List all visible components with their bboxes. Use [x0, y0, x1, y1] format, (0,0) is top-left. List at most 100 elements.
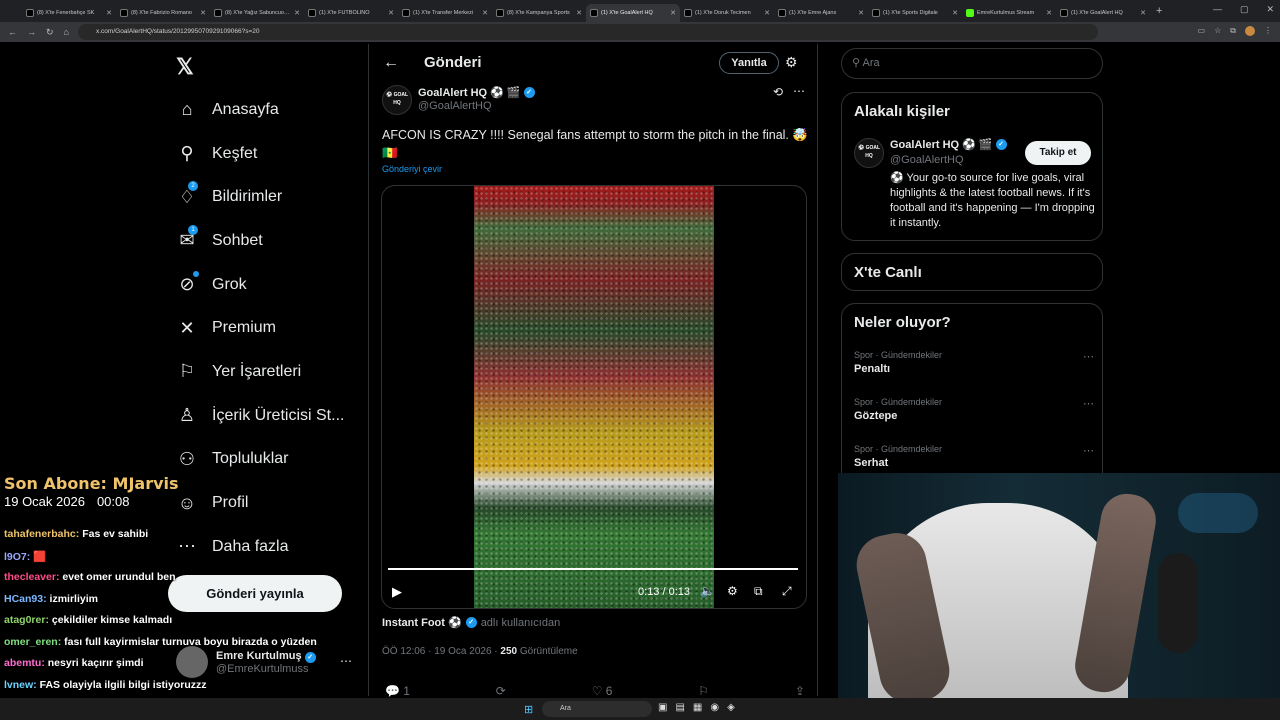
tab-close-icon[interactable]: ✕	[1046, 9, 1052, 17]
related-avatar[interactable]: ⚽ GOAL HQ	[854, 138, 884, 168]
file-explorer-icon[interactable]: ▤	[675, 702, 684, 713]
trend-item[interactable]: Spor · Gündemdekiler Göztepe ⋯	[854, 397, 1094, 422]
repost-action[interactable]: ⟳	[496, 684, 506, 698]
taskbar-search[interactable]: Ara	[542, 701, 652, 717]
follow-button[interactable]: Takip et	[1025, 141, 1091, 165]
maximize-icon[interactable]: ▢	[1240, 4, 1249, 15]
tab-close-icon[interactable]: ✕	[576, 9, 582, 17]
back-arrow-icon[interactable]: ←	[383, 54, 399, 72]
video-player[interactable]: ▶ 0:13 / 0:13 🔈 ⚙ ⧉ ⤢	[381, 185, 807, 609]
url-field[interactable]: x.com/GoalAlertHQ/status/201299507092910…	[78, 24, 1098, 40]
share-action[interactable]: ⇪	[795, 684, 805, 698]
browser-tab[interactable]: (1) X'te Emre Ajans ✕	[774, 4, 868, 22]
tab-close-icon[interactable]: ✕	[952, 9, 958, 17]
app-icon[interactable]: ▦	[693, 702, 702, 713]
app2-icon[interactable]: ◈	[727, 702, 735, 713]
browser-tab[interactable]: (1) X'te Transfer Merkezi ✕	[398, 4, 492, 22]
trend-item[interactable]: Spor · Gündemdekiler Penaltı ⋯	[854, 350, 1094, 375]
sidebar-item-mail[interactable]: ✉ 1 Sohbet	[176, 219, 344, 263]
browser-tab[interactable]: (8) X'te Fabrizio Romano ✕	[116, 4, 210, 22]
browser-tab[interactable]: (1) X'te Doruk Tecimen ✕	[680, 4, 774, 22]
sidebar-item-bell[interactable]: ♢ 2 Bildirimler	[176, 175, 344, 219]
browser-tab[interactable]: EmreKurtulmus Stream ✕	[962, 4, 1056, 22]
sidebar-item-label: İçerik Üreticisi St...	[212, 406, 345, 424]
cast-icon[interactable]: ▭	[1198, 26, 1206, 36]
trend-more-icon[interactable]: ⋯	[1083, 397, 1094, 410]
sidebar-item-profile[interactable]: ☺ Profil	[176, 481, 344, 525]
tab-close-icon[interactable]: ✕	[764, 9, 770, 17]
sidebar-item-grok[interactable]: ⊘ Grok	[176, 263, 344, 307]
related-handle[interactable]: @GoalAlertHQ	[890, 154, 964, 166]
chat-text: fası full kayirmislar turnuva boyu biraz…	[64, 635, 317, 648]
author-avatar[interactable]: ⚽ GOAL HQ	[382, 85, 412, 115]
tab-close-icon[interactable]: ✕	[858, 9, 864, 17]
like-action[interactable]: ♡ 6	[592, 684, 613, 698]
forward-icon[interactable]: →	[27, 27, 36, 37]
tab-close-icon[interactable]: ✕	[482, 9, 488, 17]
video-progress-bar[interactable]	[388, 568, 798, 570]
chat-text: Fas ev sahibi	[82, 528, 149, 540]
extensions-icon[interactable]: ⧉	[1230, 26, 1236, 36]
browser-tab[interactable]: (1) X'te FUTBOLİNO ✕	[304, 4, 398, 22]
trend-item[interactable]: Spor · Gündemdekiler Serhat ⋯	[854, 444, 1094, 469]
settings-icon[interactable]: ⚙	[727, 584, 738, 598]
trend-more-icon[interactable]: ⋯	[1083, 350, 1094, 363]
fullscreen-icon[interactable]: ⤢	[782, 584, 792, 599]
back-icon[interactable]: ←	[8, 27, 17, 37]
sidebar-item-x[interactable]: ✕ Premium	[176, 306, 344, 350]
translate-link[interactable]: Gönderiyi çevir	[382, 164, 442, 174]
reply-action[interactable]: 💬 1	[385, 684, 410, 698]
star-icon[interactable]: ☆	[1214, 26, 1221, 36]
home-icon[interactable]: ⌂	[64, 27, 69, 37]
chat-message: omer_eren: fası full kayirmislar turnuva…	[4, 636, 317, 658]
bookmark-action[interactable]: ⚐	[698, 684, 709, 698]
tab-close-icon[interactable]: ✕	[1140, 9, 1146, 17]
more-icon[interactable]: ⋯	[793, 84, 805, 98]
sidebar-item-creator[interactable]: ♙ İçerik Üreticisi St...	[176, 394, 345, 438]
grok-icon[interactable]: ⟲	[773, 85, 783, 99]
reply-button[interactable]: Yanıtla	[719, 52, 779, 74]
trend-more-icon[interactable]: ⋯	[1083, 444, 1094, 457]
browser-tab[interactable]: (8) X'te Fenerbahçe SK ✕	[22, 4, 116, 22]
author-name[interactable]: GoalAlert HQ ⚽ 🎬 ✓	[418, 86, 535, 99]
browser-tab[interactable]: (1) X'te Sports Digitale ✕	[868, 4, 962, 22]
tab-close-icon[interactable]: ✕	[200, 9, 206, 17]
chat-text: izmirliyim	[49, 592, 98, 605]
browser-tab[interactable]: (1) X'te GoalAlert HQ ✕	[1056, 4, 1150, 22]
new-tab-icon[interactable]: +	[1156, 5, 1162, 17]
sidebar-item-communities[interactable]: ⚇ Topluluklar	[176, 438, 344, 482]
chrome-icon[interactable]: ◉	[710, 702, 719, 713]
related-name[interactable]: GoalAlert HQ ⚽ 🎬 ✓	[890, 138, 1007, 151]
pip-icon[interactable]: ⧉	[754, 584, 763, 599]
live-card[interactable]: X'te Canlı	[841, 253, 1103, 291]
profile-avatar[interactable]	[1245, 26, 1255, 36]
video-source[interactable]: Instant Foot ⚽ ✓ adlı kullanıcıdan	[382, 616, 560, 630]
reload-icon[interactable]: ↻	[46, 27, 54, 38]
task-view-icon[interactable]: ▣	[658, 702, 667, 713]
trend-name: Penaltı	[854, 363, 891, 375]
close-icon[interactable]: ✕	[1266, 4, 1274, 15]
tab-close-icon[interactable]: ✕	[388, 9, 394, 17]
search-input[interactable]: ⚲ Ara	[841, 48, 1103, 79]
tab-close-icon[interactable]: ✕	[670, 9, 676, 17]
sidebar-item-home[interactable]: ⌂ Anasayfa	[176, 88, 344, 132]
browser-tab[interactable]: (1) X'te GoalAlert HQ ✕	[586, 4, 680, 22]
browser-tab[interactable]: (8) X'te Yağız Sabuncuoğlu ✕	[210, 4, 304, 22]
tab-favicon-icon	[496, 9, 504, 17]
sidebar-item-label: Premium	[212, 319, 277, 337]
volume-icon[interactable]: 🔈	[700, 584, 715, 598]
sidebar-item-bookmark[interactable]: ⚐ Yer İşaretleri	[176, 350, 344, 394]
chat-username: l9O7:	[4, 550, 31, 563]
settings-sliders-icon[interactable]: ⚙	[785, 54, 798, 71]
play-icon[interactable]: ▶	[392, 584, 402, 600]
browser-tab[interactable]: (8) X'te Kampanya Sports ✕	[492, 4, 586, 22]
menu-icon[interactable]: ⋮	[1264, 26, 1272, 36]
tab-close-icon[interactable]: ✕	[294, 9, 300, 17]
sidebar-item-search[interactable]: ⚲ Keşfet	[176, 132, 344, 176]
x-logo[interactable]: 𝕏	[176, 54, 194, 80]
minimize-icon[interactable]: —	[1213, 4, 1222, 15]
windows-start-icon[interactable]: ⊞	[524, 703, 533, 716]
account-more-icon[interactable]: ⋯	[340, 654, 352, 668]
author-handle[interactable]: @GoalAlertHQ	[418, 100, 492, 112]
tab-close-icon[interactable]: ✕	[106, 9, 112, 17]
